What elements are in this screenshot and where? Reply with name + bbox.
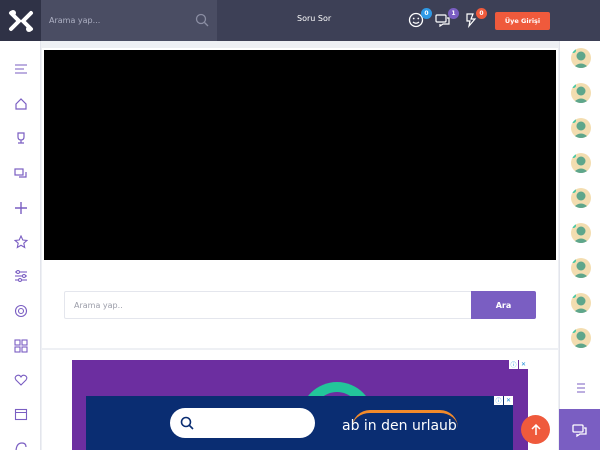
site-logo[interactable]	[0, 0, 41, 41]
ad-info-icon[interactable]: ⓘ	[509, 360, 518, 369]
home-icon[interactable]	[12, 95, 29, 112]
activity-button[interactable]: 0	[463, 8, 487, 30]
inner-ad-controls: ⓘ ✕	[494, 396, 513, 405]
ad-controls: ⓘ ✕	[509, 360, 528, 369]
scroll-top-button[interactable]	[521, 415, 550, 444]
avatar[interactable]	[571, 223, 591, 243]
messages-badge: 1	[448, 8, 459, 19]
avatar[interactable]	[571, 293, 591, 313]
trophy-icon[interactable]	[12, 129, 29, 146]
inner-ad-banner[interactable]: ⓘ ✕ ab in den urlaub	[86, 396, 513, 450]
sliders-icon[interactable]	[12, 267, 29, 284]
messages-button[interactable]: 1	[435, 8, 459, 30]
top-header: Soru Sor 0 1 0 Üye Girişi	[0, 0, 600, 41]
grid-icon[interactable]	[12, 337, 29, 354]
left-sidebar	[0, 41, 41, 450]
swirl-icon[interactable]	[12, 438, 29, 450]
menu-icon[interactable]	[12, 60, 29, 77]
search-input[interactable]	[64, 291, 472, 319]
ad-search-box[interactable]	[170, 408, 315, 438]
plus-icon[interactable]	[12, 199, 29, 216]
chat-icon	[571, 423, 587, 437]
ad-info-icon[interactable]: ⓘ	[494, 396, 503, 405]
search-button[interactable]: Ara	[471, 291, 536, 319]
search-icon	[180, 416, 194, 430]
video-player[interactable]	[44, 50, 556, 260]
notifications-button[interactable]: 0	[408, 8, 432, 30]
arrow-up-icon	[530, 423, 541, 435]
chat-tab-button[interactable]	[559, 409, 600, 450]
avatar[interactable]	[571, 188, 591, 208]
notifications-badge: 0	[421, 8, 432, 19]
avatar[interactable]	[571, 153, 591, 173]
chat-icon[interactable]	[12, 164, 29, 181]
avatar[interactable]	[571, 118, 591, 138]
right-sidebar	[559, 41, 600, 450]
avatar[interactable]	[571, 48, 591, 68]
heart-icon[interactable]	[12, 371, 29, 388]
ad-close-icon[interactable]: ✕	[519, 360, 528, 369]
video-card	[42, 48, 558, 261]
ad-close-icon[interactable]: ✕	[504, 396, 513, 405]
activity-badge: 0	[476, 8, 487, 19]
login-button[interactable]: Üye Girişi	[495, 12, 550, 30]
star-icon[interactable]	[12, 233, 29, 250]
ask-question-link[interactable]: Soru Sor	[297, 14, 331, 23]
header-search-input[interactable]	[49, 12, 189, 28]
header-search	[41, 0, 217, 41]
calendar-icon[interactable]	[12, 405, 29, 422]
avatar[interactable]	[571, 328, 591, 348]
menu-icon[interactable]	[572, 379, 589, 396]
target-icon[interactable]	[12, 302, 29, 319]
search-card: Ara	[42, 261, 558, 348]
logo-icon	[8, 9, 33, 32]
avatar[interactable]	[571, 83, 591, 103]
avatar[interactable]	[571, 258, 591, 278]
search-icon[interactable]	[195, 13, 209, 27]
ad-brand-text: ab in den urlaub	[342, 418, 457, 434]
